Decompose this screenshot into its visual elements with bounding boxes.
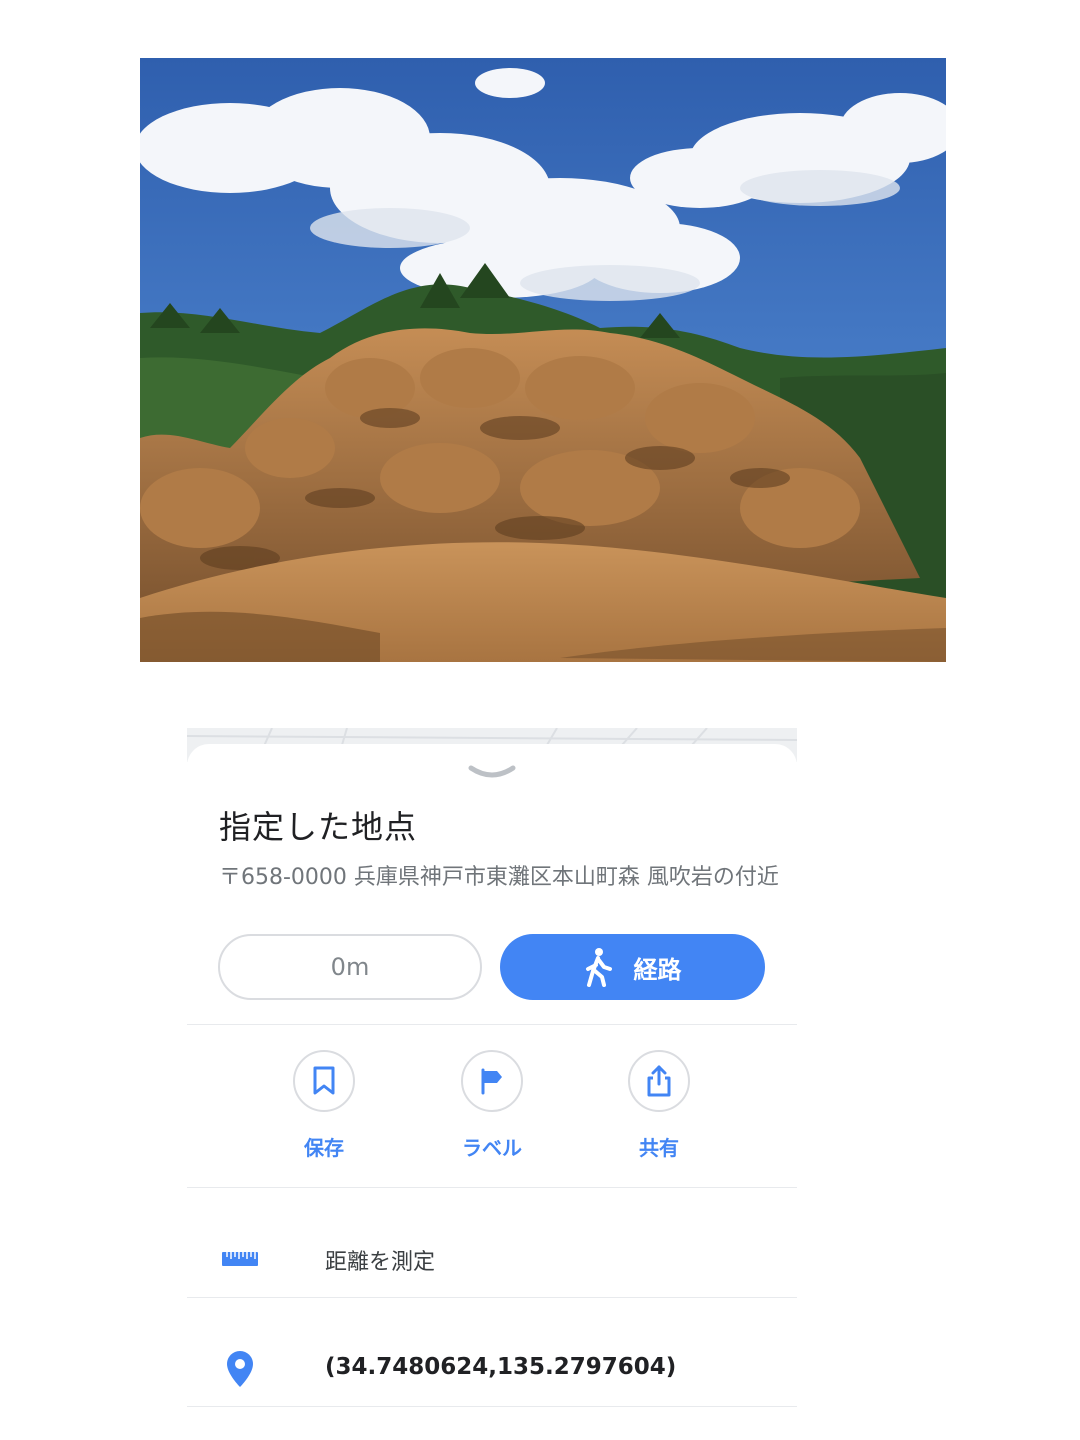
label-label: ラベル	[462, 1136, 522, 1160]
share-button[interactable]: 共有	[599, 1050, 719, 1161]
place-photo-image	[140, 58, 946, 662]
flag-icon	[481, 1068, 502, 1095]
place-title: 指定した地点	[219, 808, 418, 846]
place-address: 〒658-0000 兵庫県神戸市東灘区本山町森 風吹岩の付近	[219, 865, 779, 890]
measure-distance-row[interactable]: 距離を測定	[187, 1204, 797, 1312]
save-circle	[293, 1050, 355, 1112]
sheet-handle-chevron-icon[interactable]	[467, 762, 517, 782]
label-button[interactable]: ラベル	[432, 1050, 552, 1161]
location-pin-icon	[227, 1351, 253, 1387]
place-details-sheet: 指定した地点 〒658-0000 兵庫県神戸市東灘区本山町森 風吹岩の付近 0m…	[187, 728, 797, 1440]
ruler-icon	[222, 1252, 258, 1266]
route-label: 経路	[633, 955, 682, 984]
divider	[187, 1187, 797, 1188]
divider	[187, 1297, 797, 1298]
save-label: 保存	[304, 1136, 344, 1160]
location-pin-icon-wrap	[221, 1350, 259, 1388]
route-button[interactable]: 経路	[500, 934, 765, 1000]
walking-icon	[585, 948, 612, 987]
label-circle	[461, 1050, 523, 1112]
share-icon	[647, 1065, 671, 1097]
distance-button[interactable]: 0m	[218, 934, 482, 1000]
divider	[187, 1024, 797, 1025]
measure-distance-label: 距離を測定	[325, 1250, 436, 1275]
bookmark-icon	[313, 1066, 335, 1095]
save-button[interactable]: 保存	[264, 1050, 384, 1161]
coordinates-label: (34.7480624,135.2797604)	[325, 1354, 677, 1380]
place-photo[interactable]	[140, 58, 946, 662]
distance-label: 0m	[330, 953, 370, 981]
share-circle	[628, 1050, 690, 1112]
place-card: 指定した地点 〒658-0000 兵庫県神戸市東灘区本山町森 風吹岩の付近 0m…	[187, 744, 797, 1440]
share-label: 共有	[639, 1136, 679, 1160]
ruler-icon-wrap	[221, 1240, 259, 1278]
divider	[187, 1406, 797, 1407]
